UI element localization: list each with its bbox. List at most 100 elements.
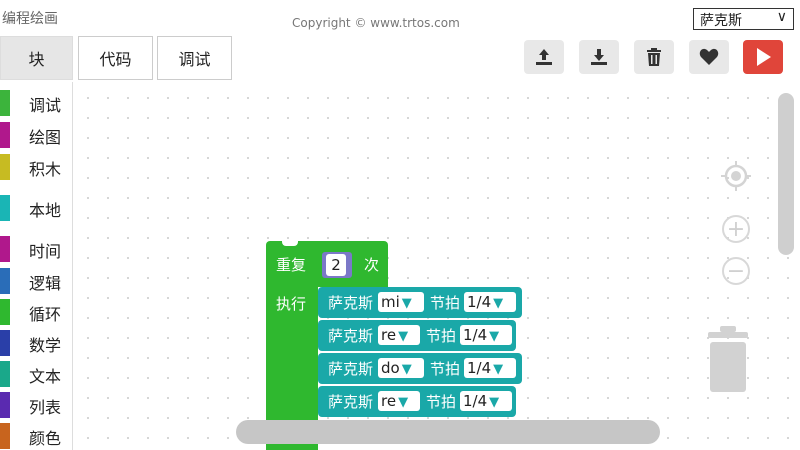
repeat-suffix: 次 bbox=[364, 256, 380, 274]
tab-label: 代码 bbox=[99, 50, 132, 69]
category-color-bar bbox=[0, 392, 10, 418]
copyright-text: Copyright © www.trtos.com bbox=[292, 16, 460, 30]
pitch-dropdown[interactable]: re ▼ bbox=[378, 325, 420, 345]
category-sidebar: 调试 绘图 积木 本地 时间 逻辑 循环 数学 文本 列表 颜色 bbox=[0, 82, 73, 450]
horizontal-scrollbar[interactable] bbox=[236, 420, 660, 444]
beat-value: 1/4 bbox=[467, 359, 492, 377]
category-math[interactable]: 数学 bbox=[0, 330, 72, 356]
beat-label: 节拍 bbox=[430, 294, 461, 312]
run-button[interactable] bbox=[743, 40, 783, 74]
heart-icon bbox=[699, 48, 719, 65]
pitch-dropdown[interactable]: re ▼ bbox=[378, 391, 420, 411]
beat-dropdown[interactable]: 1/4 ▼ bbox=[464, 292, 516, 312]
beat-value: 1/4 bbox=[463, 326, 488, 344]
pitch-dropdown[interactable]: mi ▼ bbox=[378, 292, 424, 312]
download-button[interactable] bbox=[579, 40, 619, 74]
category-colors[interactable]: 颜色 bbox=[0, 423, 72, 449]
category-label: 本地 bbox=[29, 201, 62, 220]
category-logic[interactable]: 逻辑 bbox=[0, 268, 72, 294]
category-color-bar bbox=[0, 122, 10, 148]
note-block[interactable]: 萨克斯 re ▼ 节拍 1/4 ▼ bbox=[318, 386, 516, 417]
category-color-bar bbox=[0, 423, 10, 449]
tab-label: 块 bbox=[28, 50, 45, 69]
download-icon bbox=[591, 49, 607, 65]
note-instrument-label: 萨克斯 bbox=[328, 327, 374, 345]
category-label: 数学 bbox=[29, 336, 62, 355]
zoom-in-button[interactable]: + bbox=[722, 215, 750, 243]
category-label: 时间 bbox=[29, 242, 62, 261]
category-local[interactable]: 本地 bbox=[0, 195, 72, 221]
category-label: 调试 bbox=[29, 96, 62, 115]
block-notch bbox=[282, 241, 298, 246]
dropdown-arrow-icon: ▼ bbox=[398, 395, 409, 410]
beat-label: 节拍 bbox=[426, 327, 457, 345]
tab-label: 调试 bbox=[178, 50, 211, 69]
category-blocks[interactable]: 积木 bbox=[0, 154, 72, 180]
beat-dropdown[interactable]: 1/4 ▼ bbox=[460, 325, 512, 345]
tab-code[interactable]: 代码 bbox=[78, 36, 153, 80]
category-color-bar bbox=[0, 90, 10, 116]
dropdown-arrow-icon: ▼ bbox=[401, 296, 412, 311]
pitch-dropdown[interactable]: do ▼ bbox=[378, 358, 424, 378]
zoom-out-button[interactable]: − bbox=[722, 257, 750, 285]
favorite-button[interactable] bbox=[689, 40, 729, 74]
note-block[interactable]: 萨克斯 re ▼ 节拍 1/4 ▼ bbox=[318, 320, 516, 351]
tab-blocks[interactable]: 块 bbox=[0, 36, 73, 80]
note-instrument-label: 萨克斯 bbox=[328, 360, 374, 378]
dropdown-arrow-icon: ▼ bbox=[489, 329, 500, 344]
category-color-bar bbox=[0, 268, 10, 294]
workspace-trash[interactable] bbox=[708, 326, 748, 398]
category-color-bar bbox=[0, 299, 10, 325]
repeat-count-input[interactable]: 2 bbox=[326, 254, 346, 276]
category-label: 颜色 bbox=[29, 429, 62, 448]
beat-dropdown[interactable]: 1/4 ▼ bbox=[460, 391, 512, 411]
category-debug[interactable]: 调试 bbox=[0, 90, 72, 116]
category-color-bar bbox=[0, 330, 10, 356]
pitch-value: mi bbox=[381, 293, 400, 311]
category-color-bar bbox=[0, 236, 10, 262]
play-icon bbox=[757, 48, 771, 66]
dropdown-arrow-icon: ▼ bbox=[401, 362, 412, 377]
pitch-value: re bbox=[381, 326, 397, 344]
do-label: 执行 bbox=[276, 295, 307, 313]
note-instrument-label: 萨克斯 bbox=[328, 294, 374, 312]
category-label: 绘图 bbox=[29, 128, 62, 147]
category-time[interactable]: 时间 bbox=[0, 236, 72, 262]
category-drawing[interactable]: 绘图 bbox=[0, 122, 72, 148]
dropdown-arrow-icon: ▼ bbox=[493, 296, 504, 311]
delete-button[interactable] bbox=[634, 40, 674, 74]
category-color-bar bbox=[0, 195, 10, 221]
recenter-button[interactable] bbox=[720, 160, 752, 196]
tab-debug[interactable]: 调试 bbox=[157, 36, 232, 80]
chevron-down-icon: ∨ bbox=[776, 9, 787, 25]
category-text[interactable]: 文本 bbox=[0, 361, 72, 387]
repeat-label: 重复 bbox=[276, 256, 307, 274]
category-color-bar bbox=[0, 154, 10, 180]
app-title: 编程绘画 bbox=[2, 11, 58, 27]
beat-dropdown[interactable]: 1/4 ▼ bbox=[464, 358, 516, 378]
dropdown-arrow-icon: ▼ bbox=[489, 395, 500, 410]
beat-value: 1/4 bbox=[463, 392, 488, 410]
category-label: 循环 bbox=[29, 305, 62, 324]
upload-button[interactable] bbox=[524, 40, 564, 74]
minus-icon: − bbox=[726, 258, 746, 284]
pitch-value: do bbox=[381, 359, 400, 377]
category-label: 逻辑 bbox=[29, 274, 62, 293]
trash-icon bbox=[647, 48, 661, 66]
instrument-select[interactable]: 萨克斯 ∨ bbox=[693, 8, 794, 30]
beat-label: 节拍 bbox=[430, 360, 461, 378]
category-lists[interactable]: 列表 bbox=[0, 392, 72, 418]
beat-value: 1/4 bbox=[467, 293, 492, 311]
instrument-select-value: 萨克斯 bbox=[700, 13, 742, 29]
category-label: 列表 bbox=[29, 398, 62, 417]
dropdown-arrow-icon: ▼ bbox=[398, 329, 409, 344]
upload-icon bbox=[536, 49, 552, 65]
category-label: 积木 bbox=[29, 160, 62, 179]
note-block[interactable]: 萨克斯 mi ▼ 节拍 1/4 ▼ bbox=[318, 287, 522, 318]
beat-label: 节拍 bbox=[426, 393, 457, 411]
vertical-scrollbar[interactable] bbox=[778, 93, 794, 255]
category-loops[interactable]: 循环 bbox=[0, 299, 72, 325]
crosshair-icon bbox=[721, 161, 751, 191]
note-block[interactable]: 萨克斯 do ▼ 节拍 1/4 ▼ bbox=[318, 353, 522, 384]
category-color-bar bbox=[0, 361, 10, 387]
